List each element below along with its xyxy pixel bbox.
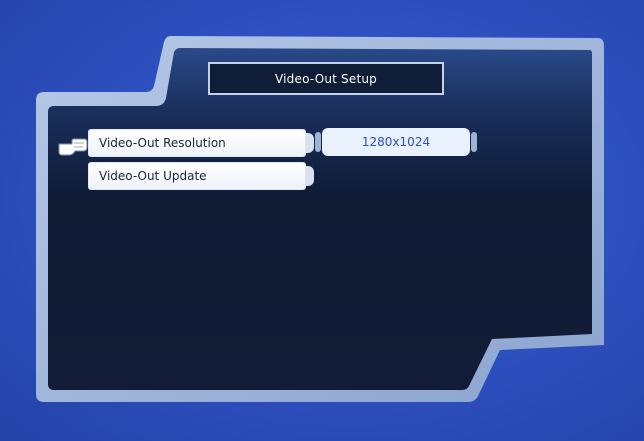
menu-item-label: Video-Out Update: [99, 169, 207, 183]
menu-item-video-out-update[interactable]: Video-Out Update: [88, 162, 314, 190]
menu-item-label: Video-Out Resolution: [99, 136, 226, 150]
resolution-value: 1280x1024: [361, 135, 431, 149]
resolution-value-selector[interactable]: 1280x1024: [315, 128, 477, 156]
hand-pointer-icon: [58, 138, 88, 156]
menu-item-video-out-resolution[interactable]: Video-Out Resolution: [88, 129, 314, 157]
osd-screen: Video-Out Setup Video-Out Resolution Vid…: [0, 0, 644, 441]
screen-title: Video-Out Setup: [208, 62, 444, 95]
